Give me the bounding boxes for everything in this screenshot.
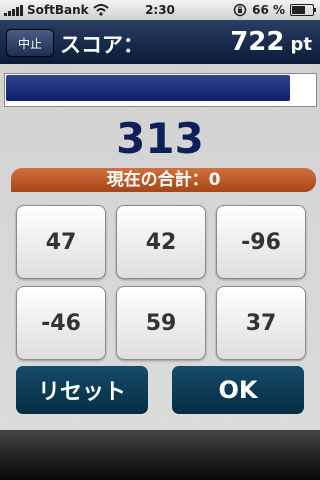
score-label: スコア：: [60, 33, 144, 57]
target-number: 313: [116, 114, 204, 163]
rotation-lock-icon: [233, 3, 247, 17]
status-right: 66 %: [233, 3, 316, 17]
time-progress-bar: [4, 73, 317, 107]
score-value: 722: [230, 27, 285, 57]
game-area: 313 現在の合計：0 47 42 -96 -46 59 37 リセット OK: [0, 64, 320, 430]
battery-icon: [290, 4, 316, 16]
number-tile[interactable]: 59: [116, 286, 206, 360]
score-unit: pt: [290, 34, 313, 55]
current-sum-banner: 現在の合計：0: [11, 168, 316, 192]
number-tile[interactable]: 47: [16, 205, 106, 279]
number-tile[interactable]: 42: [116, 205, 206, 279]
status-bar: SoftBank 2:30 66 %: [0, 0, 320, 20]
bottom-bar: [0, 430, 320, 480]
battery-level-fill: [292, 6, 306, 14]
ok-button[interactable]: OK: [172, 366, 304, 414]
time-progress-fill: [6, 75, 291, 101]
score-display: 722 pt: [230, 27, 312, 57]
number-tile[interactable]: -96: [216, 205, 306, 279]
number-tile[interactable]: 37: [216, 286, 306, 360]
battery-percentage: 66 %: [252, 3, 285, 17]
score-header: 中止 スコア： 722 pt: [0, 20, 320, 64]
number-tile[interactable]: -46: [16, 286, 106, 360]
reset-button[interactable]: リセット: [16, 366, 148, 414]
quit-button[interactable]: 中止: [6, 29, 54, 57]
